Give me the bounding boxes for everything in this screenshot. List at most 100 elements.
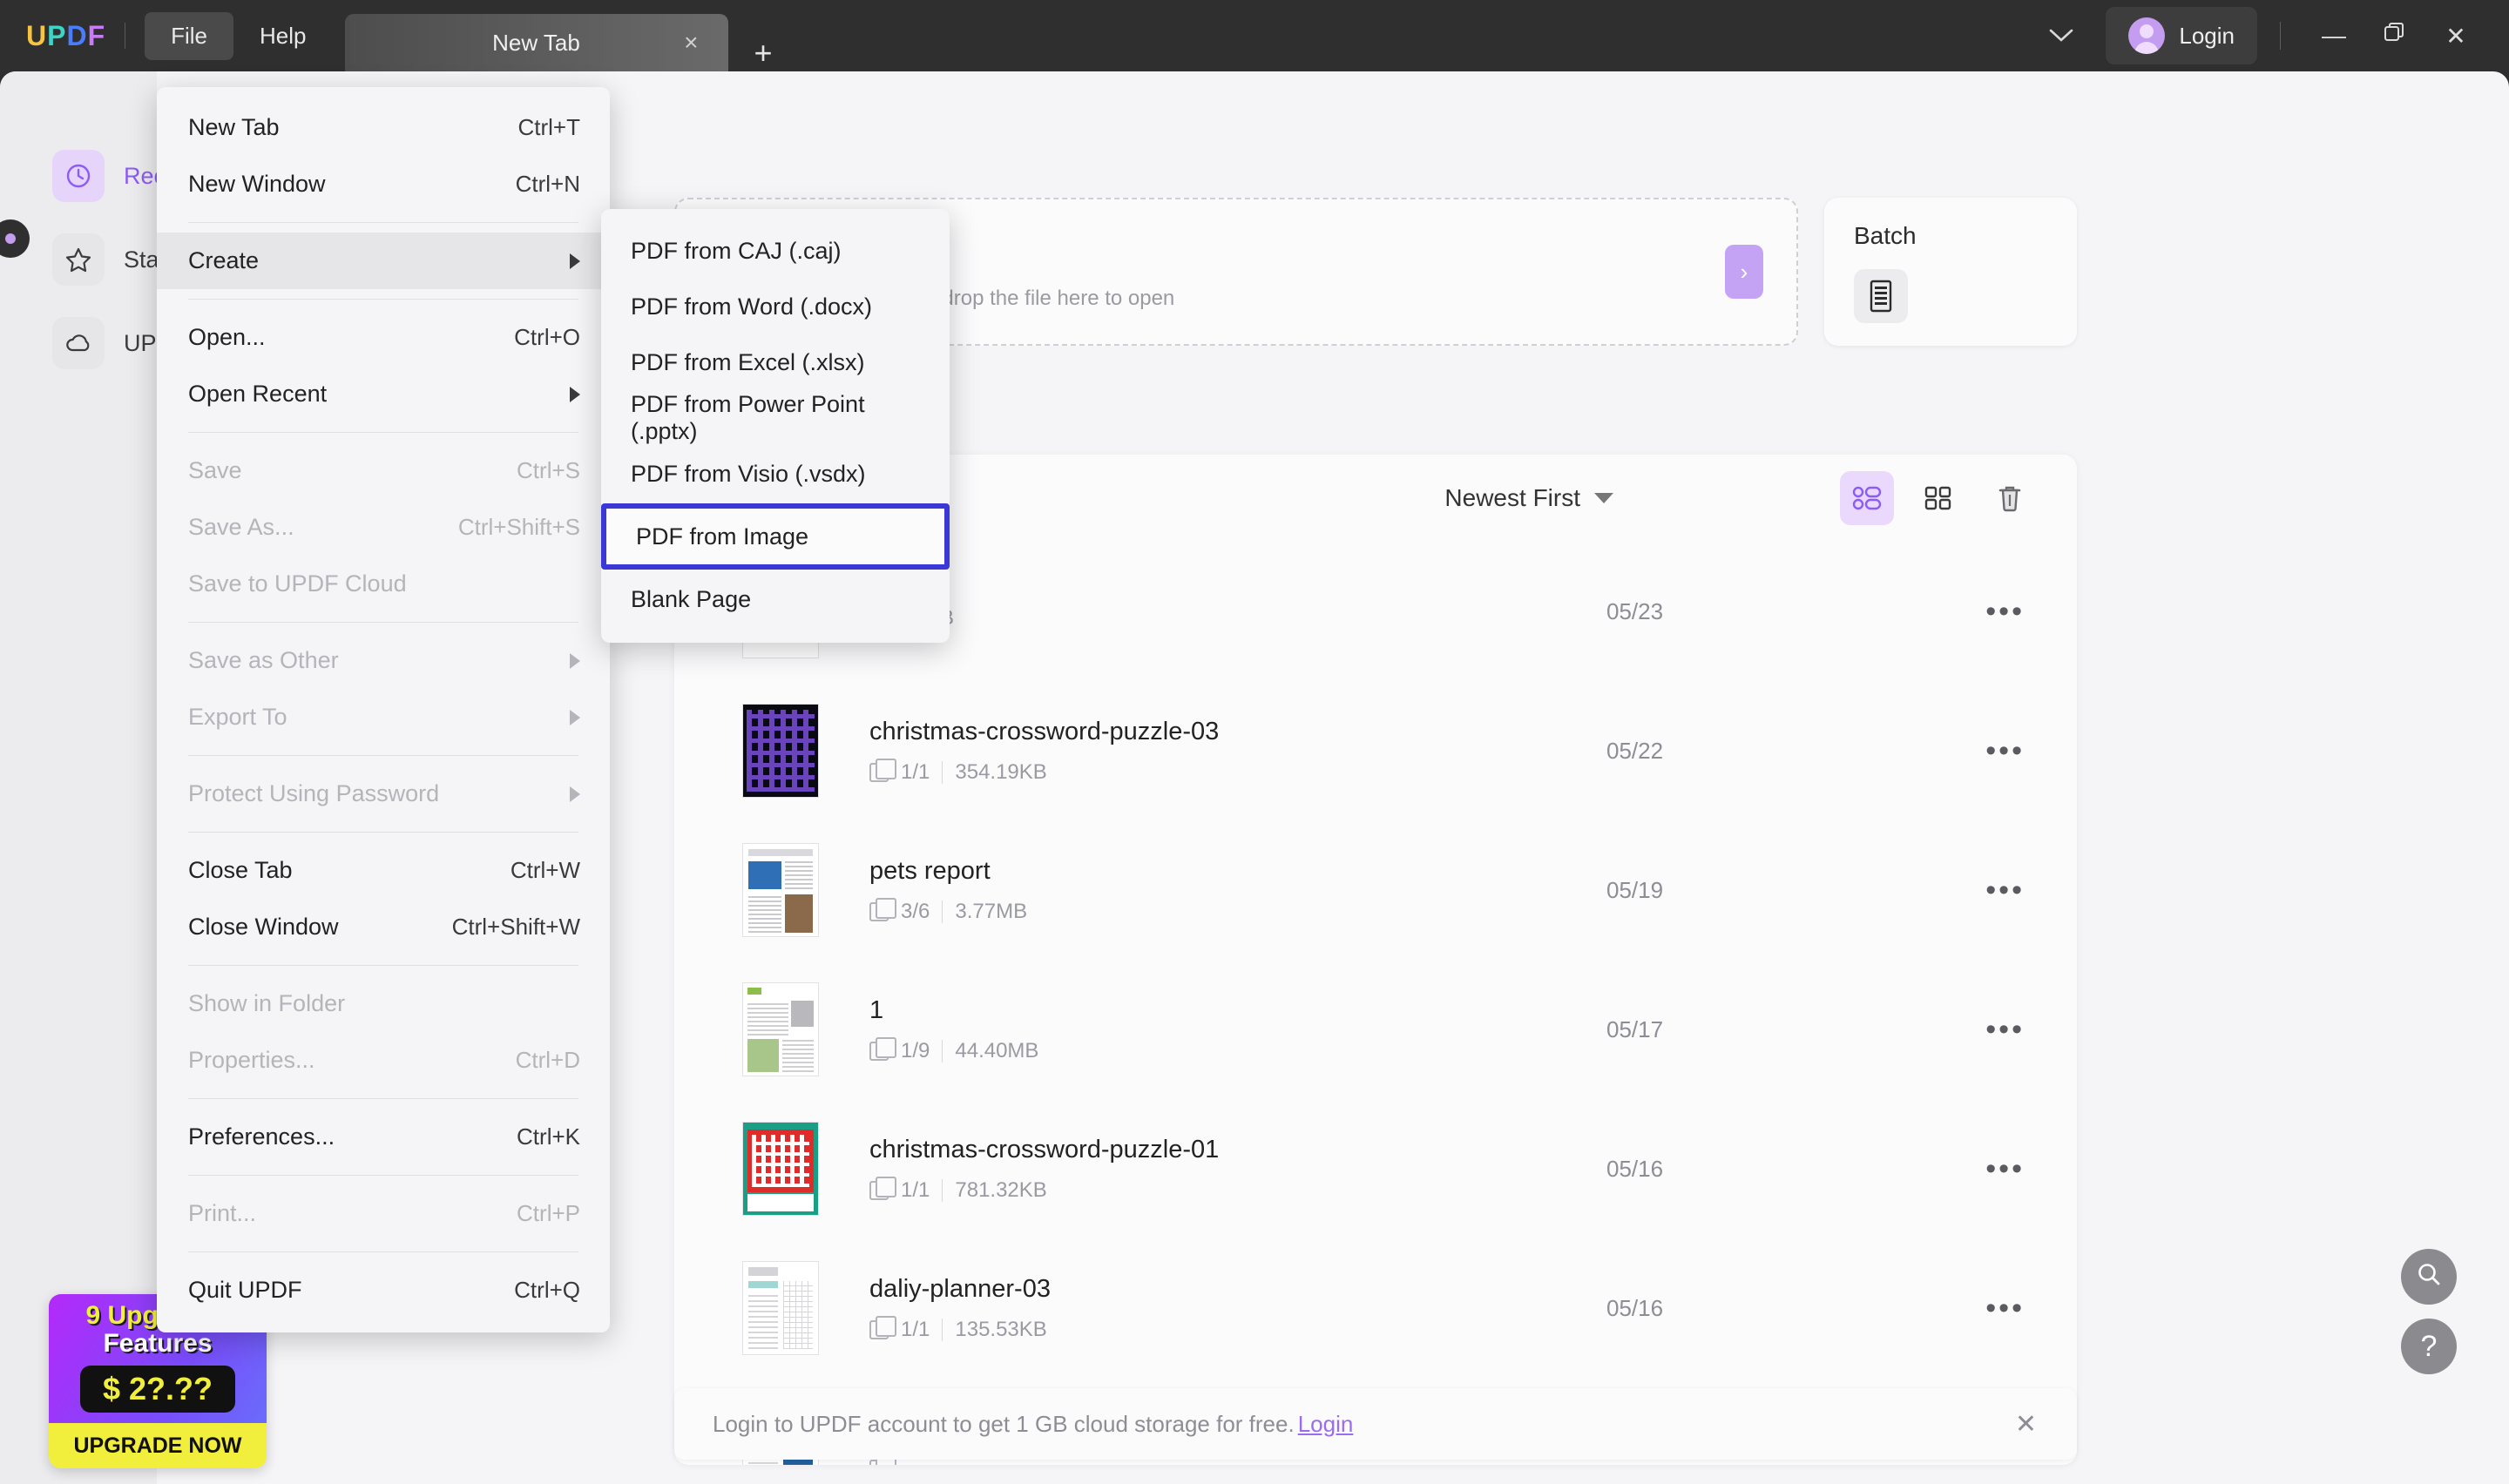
row-more-button[interactable]: ••• [1985, 1292, 2025, 1325]
pages-icon [869, 1454, 896, 1465]
row-more-button[interactable]: ••• [1985, 595, 2025, 629]
submenu-item-pdf-from-word[interactable]: PDF from Word (.docx) [601, 279, 950, 334]
menu-item-label: Save as Other [188, 647, 339, 673]
menu-item-new-tab[interactable]: New Tab Ctrl+T [157, 99, 610, 156]
menu-separator [188, 755, 578, 756]
chevron-right-icon [570, 709, 580, 725]
menu-item-label: Close Tab [188, 857, 293, 883]
tab-new-tab[interactable]: New Tab × [344, 14, 728, 71]
menu-item-create[interactable]: Create [157, 233, 610, 289]
menu-item-new-window[interactable]: New Window Ctrl+N [157, 156, 610, 212]
chevron-down-icon[interactable] [2025, 14, 2097, 58]
question-mark-icon: ? [2420, 1329, 2438, 1363]
plus-icon[interactable]: + [754, 35, 773, 71]
menu-file[interactable]: File [145, 11, 234, 60]
menu-separator [188, 222, 578, 223]
row-more-button[interactable]: ••• [1985, 1152, 2025, 1186]
menu-item-label: Export To [188, 704, 287, 730]
menu-item-save: Save Ctrl+S [157, 442, 610, 499]
menu-item-close-window[interactable]: Close Window Ctrl+Shift+W [157, 899, 610, 955]
file-name: christmas-crossword-puzzle-03 [869, 717, 1220, 745]
sidebar: Recent Starred UPDF Cloud 9 Upgraded Fea… [0, 71, 267, 1484]
menu-item-label: Save to UPDF Cloud [188, 570, 407, 597]
menu-item-shortcut: Ctrl+N [515, 171, 580, 197]
table-row[interactable]: daliy-planner-03 1/1 135.53KB 05/16 ••• [674, 1238, 2077, 1378]
submenu-item-pdf-from-powerpoint[interactable]: PDF from Power Point (.pptx) [601, 390, 950, 446]
login-banner-text: Login to UPDF account to get 1 GB cloud … [713, 1410, 1295, 1437]
submenu-item-pdf-from-caj[interactable]: PDF from CAJ (.caj) [601, 223, 950, 279]
menu-item-open-recent[interactable]: Open Recent [157, 366, 610, 422]
row-more-button[interactable]: ••• [1985, 874, 2025, 907]
grid-view-icon[interactable] [1911, 471, 1965, 525]
submenu-item-pdf-from-excel[interactable]: PDF from Excel (.xlsx) [601, 334, 950, 390]
menu-item-label: Protect Using Password [188, 780, 440, 806]
menu-item-protect-using-password: Protect Using Password [157, 766, 610, 822]
sidebar-item-recent[interactable]: Recent [52, 134, 199, 218]
menu-item-label: Preferences... [188, 1123, 335, 1150]
submenu-item-blank-page[interactable]: Blank Page [601, 571, 950, 627]
chevron-right-icon[interactable]: › [1725, 245, 1763, 299]
avatar [2128, 17, 2166, 54]
file-name: 1 [869, 995, 884, 1024]
window-controls-divider [2280, 22, 2281, 50]
help-fab[interactable]: ? [2401, 1319, 2457, 1374]
file-name: pets report [869, 856, 991, 885]
login-banner-link[interactable]: Login [1298, 1411, 1354, 1438]
file-date: 05/16 [1606, 1155, 1664, 1182]
menu-item-shortcut: Ctrl+S [517, 457, 580, 483]
chevron-right-icon [570, 786, 580, 802]
logo-letter-d: D [66, 19, 88, 51]
minimize-icon[interactable]: — [2303, 22, 2364, 50]
file-name: daliy-planner-03 [869, 1274, 1051, 1303]
batch-icon [1854, 269, 1908, 323]
window-close-icon[interactable]: ✕ [2425, 22, 2486, 51]
sidebar-item-updf-cloud[interactable]: UPDF Cloud [52, 301, 256, 385]
row-more-button[interactable]: ••• [1985, 734, 2025, 768]
file-pages: 1/1 [901, 759, 930, 784]
sidebar-collapse-handle[interactable] [0, 219, 30, 258]
file-date: 05/17 [1606, 1015, 1664, 1042]
file-sub [869, 1454, 1051, 1465]
divider [942, 760, 943, 784]
file-meta: pets report 3/6 3.77MB [869, 857, 1027, 924]
file-pages: 1/1 [901, 1317, 930, 1341]
menu-item-label: Properties... [188, 1047, 315, 1073]
create-submenu: PDF from CAJ (.caj) PDF from Word (.docx… [601, 209, 950, 643]
divider [942, 1178, 943, 1202]
menu-help[interactable]: Help [233, 12, 332, 60]
menu-item-quit-updf[interactable]: Quit UPDF Ctrl+Q [157, 1262, 610, 1319]
menu-item-shortcut: Ctrl+P [517, 1200, 580, 1226]
trash-icon[interactable] [1983, 471, 2037, 525]
menu-separator [188, 299, 578, 300]
file-sub: 1/9 44.40MB [869, 1036, 1038, 1063]
menu-item-close-tab[interactable]: Close Tab Ctrl+W [157, 842, 610, 899]
file-size: 135.53KB [955, 1317, 1047, 1341]
menu-item-open[interactable]: Open... Ctrl+O [157, 309, 610, 366]
sidebar-item-starred[interactable]: Starred [52, 218, 201, 301]
menu-item-show-in-folder: Show in Folder [157, 975, 610, 1032]
table-row[interactable]: christmas-crossword-puzzle-01 1/1 781.32… [674, 1099, 2077, 1238]
file-sub: 3/6 3.77MB [869, 897, 1027, 924]
file-date: 05/19 [1606, 876, 1664, 903]
sort-dropdown[interactable]: Newest First [1444, 484, 1613, 512]
login-button[interactable]: Login [2106, 7, 2257, 64]
close-icon[interactable]: ✕ [2015, 1409, 2037, 1440]
close-icon[interactable]: × [684, 29, 698, 57]
logo-letter-u: U [26, 19, 48, 51]
list-view-icon[interactable] [1840, 471, 1894, 525]
menu-item-preferences[interactable]: Preferences... Ctrl+K [157, 1109, 610, 1165]
search-fab[interactable] [2401, 1249, 2457, 1305]
chevron-right-icon [570, 386, 580, 402]
file-thumbnail [742, 1261, 819, 1355]
maximize-icon[interactable] [2364, 21, 2425, 51]
submenu-item-pdf-from-visio[interactable]: PDF from Visio (.vsdx) [601, 446, 950, 502]
menu-separator [188, 622, 578, 623]
batch-card[interactable]: Batch [1824, 198, 2077, 346]
menu-item-label: Create [188, 247, 260, 273]
table-row[interactable]: christmas-crossword-puzzle-03 1/1 354.19… [674, 681, 2077, 820]
submenu-item-pdf-from-image[interactable]: PDF from Image [601, 503, 950, 570]
file-thumbnail [742, 704, 819, 798]
table-row[interactable]: pets report 3/6 3.77MB 05/19 ••• [674, 820, 2077, 960]
table-row[interactable]: 1 1/9 44.40MB 05/17 ••• [674, 960, 2077, 1099]
row-more-button[interactable]: ••• [1985, 1013, 2025, 1047]
